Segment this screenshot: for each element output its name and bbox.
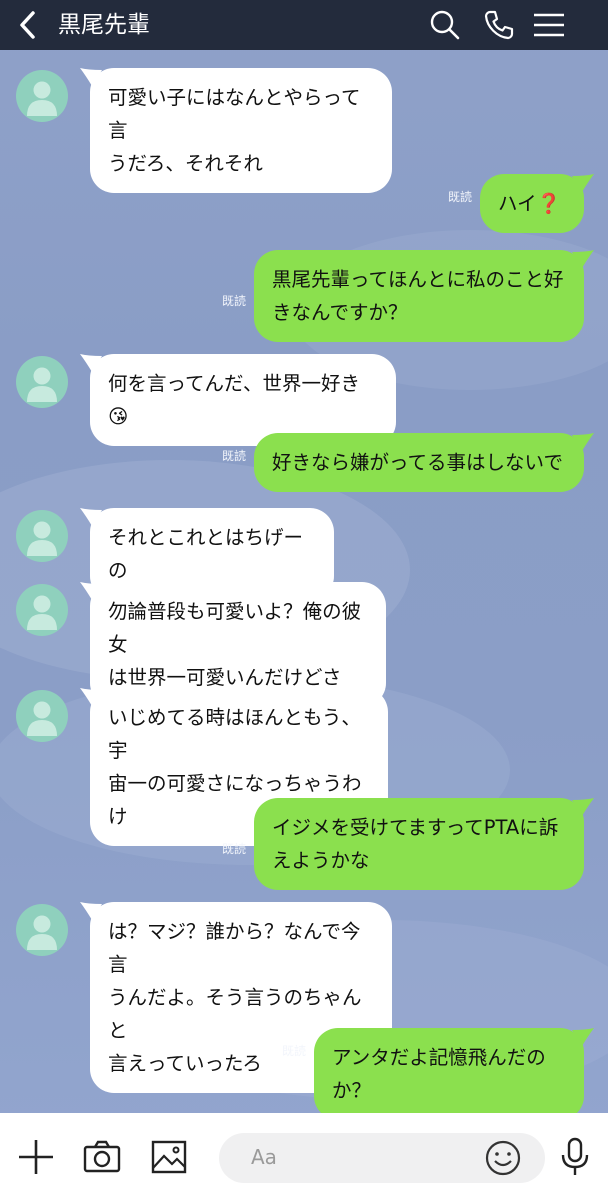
avatar[interactable] (16, 510, 68, 562)
menu-icon[interactable] (532, 8, 566, 42)
person-icon (27, 915, 57, 950)
read-receipt: 既読 (221, 842, 246, 856)
outgoing-message[interactable]: アンタだよ記憶飛んだのか？ (314, 1028, 584, 1120)
read-receipt: 既読 (447, 190, 472, 204)
avatar[interactable] (16, 904, 68, 956)
microphone-icon[interactable] (553, 1135, 597, 1179)
read-receipt: 既読 (221, 449, 246, 463)
outgoing-message[interactable]: 好きなら嫌がってる事はしないで (254, 433, 584, 492)
avatar[interactable] (16, 584, 68, 636)
input-placeholder: Aa (251, 1145, 277, 1169)
bubble-tail (80, 354, 102, 372)
bubble-tail (80, 902, 102, 920)
person-icon (27, 367, 57, 402)
bubble-tail (80, 68, 102, 86)
plus-icon[interactable] (14, 1135, 58, 1179)
bubble-tail (80, 508, 102, 526)
search-icon[interactable] (428, 8, 462, 42)
outgoing-message[interactable]: ハイ❓ (480, 174, 584, 233)
bubble-tail (80, 688, 102, 706)
outgoing-message[interactable]: 黒尾先輩ってほんとに私のこと好 きなんですか？ (254, 250, 584, 342)
outgoing-message[interactable]: イジメを受けてますってPTAに訴 えようかな (254, 798, 584, 890)
incoming-message[interactable]: 可愛い子にはなんとやらって言 うだろ、それそれ (90, 68, 392, 193)
bubble-tail (572, 1028, 594, 1046)
person-icon (27, 595, 57, 630)
input-bar: Aa (0, 1113, 608, 1200)
bubble-tail (572, 174, 594, 192)
person-icon (27, 521, 57, 556)
avatar[interactable] (16, 356, 68, 408)
image-icon[interactable] (147, 1135, 191, 1179)
bubble-tail (572, 433, 594, 451)
phone-icon[interactable] (482, 8, 516, 42)
chat-title: 黒尾先輩 (58, 12, 150, 38)
chat-header: 黒尾先輩 (0, 0, 608, 50)
avatar[interactable] (16, 690, 68, 742)
avatar[interactable] (16, 70, 68, 122)
read-receipt: 既読 (281, 1044, 306, 1058)
bubble-tail (572, 250, 594, 268)
chevron-left-icon[interactable] (14, 10, 44, 40)
person-icon (27, 81, 57, 116)
message-input[interactable]: Aa (219, 1133, 545, 1183)
bubble-tail (80, 582, 102, 600)
read-receipt: 既読 (221, 294, 246, 308)
camera-icon[interactable] (80, 1135, 124, 1179)
person-icon (27, 701, 57, 736)
bubble-tail (572, 798, 594, 816)
emoji-icon[interactable] (483, 1138, 523, 1178)
chat-area[interactable]: 可愛い子にはなんとやらって言 うだろ、それそれ ハイ❓ 既読 黒尾先輩ってほんとに私の… (0, 50, 608, 1120)
